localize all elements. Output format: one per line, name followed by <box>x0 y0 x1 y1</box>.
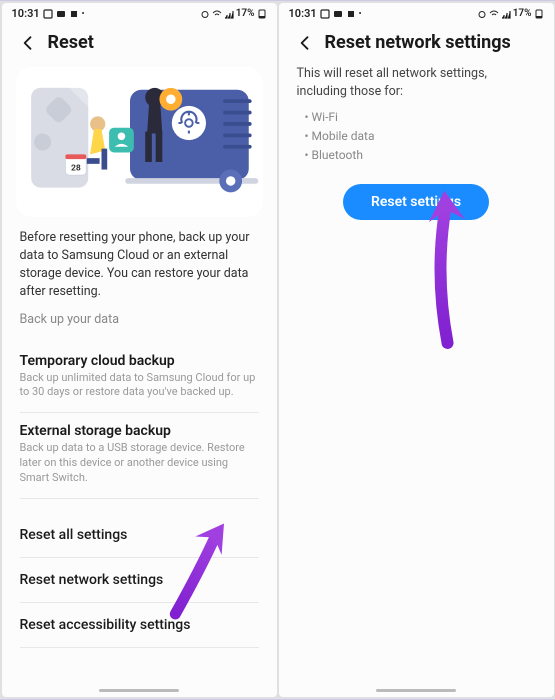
bullet-mobile-data: Mobile data <box>305 127 536 146</box>
back-icon[interactable] <box>18 33 38 53</box>
gallery-icon <box>320 9 330 19</box>
bullet-bluetooth: Bluetooth <box>305 146 536 165</box>
reset-description: Before resetting your phone, back up you… <box>20 229 259 302</box>
svg-text:28: 28 <box>70 164 80 174</box>
phone-right-reset-network: 10:31 • 17% Reset network settings This … <box>279 3 554 697</box>
home-indicator[interactable] <box>99 689 179 692</box>
item-reset-all-settings[interactable]: Reset all settings <box>20 513 259 558</box>
app-icon <box>69 9 79 19</box>
status-bar: 10:31 • 17% <box>2 3 277 22</box>
signal-icon <box>501 9 511 19</box>
section-subtitle: Back up data to a USB storage device. Re… <box>20 441 259 486</box>
backup-link[interactable]: Back up your data <box>20 312 259 327</box>
section-title: External storage backup <box>20 423 259 439</box>
signal-icon <box>224 9 234 19</box>
wifi-icon <box>489 9 499 19</box>
info-text: This will reset all network settings, in… <box>297 65 536 100</box>
battery-percent: 17% <box>513 8 532 19</box>
phone-left-reset: 10:31 • 17% Reset <box>2 3 277 697</box>
back-icon[interactable] <box>295 33 315 53</box>
battery-icon <box>534 9 544 19</box>
status-time: 10:31 <box>289 7 317 20</box>
page-title: Reset network settings <box>325 32 511 53</box>
bullet-list: Wi-Fi Mobile data Bluetooth <box>297 108 536 166</box>
more-icon: • <box>82 9 85 18</box>
battery-percent: 17% <box>236 8 255 19</box>
section-title: Temporary cloud backup <box>20 353 259 369</box>
wifi-icon <box>212 9 222 19</box>
card-icon <box>333 9 343 19</box>
home-indicator[interactable] <box>376 689 456 692</box>
alarm-icon <box>200 9 210 19</box>
alarm-icon <box>477 9 487 19</box>
app-icon <box>346 9 356 19</box>
status-time: 10:31 <box>12 7 40 20</box>
header: Reset network settings <box>279 22 554 61</box>
gallery-icon <box>43 9 53 19</box>
bullet-wifi: Wi-Fi <box>305 108 536 127</box>
header: Reset <box>2 22 277 61</box>
illustration-card: 28 <box>16 67 263 217</box>
card-icon <box>56 9 66 19</box>
section-external-storage-backup[interactable]: External storage backup Back up data to … <box>20 413 259 499</box>
item-reset-accessibility-settings[interactable]: Reset accessibility settings <box>20 603 259 648</box>
battery-icon <box>257 9 267 19</box>
reset-settings-button[interactable]: Reset settings <box>343 184 489 220</box>
page-title: Reset <box>48 32 94 53</box>
status-bar: 10:31 • 17% <box>279 3 554 22</box>
more-icon: • <box>359 9 362 18</box>
item-reset-network-settings[interactable]: Reset network settings <box>20 558 259 603</box>
section-subtitle: Back up unlimited data to Samsung Cloud … <box>20 371 259 401</box>
section-temporary-cloud-backup[interactable]: Temporary cloud backup Back up unlimited… <box>20 343 259 414</box>
